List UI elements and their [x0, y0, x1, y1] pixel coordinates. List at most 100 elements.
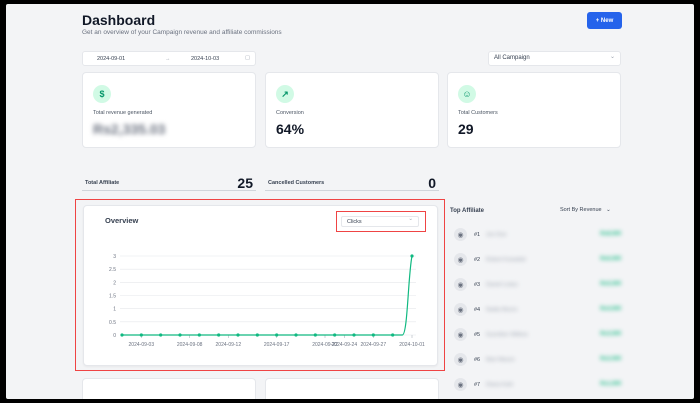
data-point [197, 333, 201, 337]
x-tick-label: 2024-09-27 [361, 342, 387, 348]
affiliate-row[interactable]: ◉ #4 Nadia Munro Rs4,000 [451, 301, 621, 319]
data-point [371, 333, 375, 337]
avatar-icon: ◉ [454, 278, 467, 291]
new-button[interactable]: + New [587, 12, 622, 29]
affiliate-amount: Rs8,000 [600, 231, 621, 237]
campaign-select[interactable]: All Campaign ⌄ [488, 51, 621, 66]
revenue-value: Rs2,335.03 [93, 121, 166, 137]
campaign-select-value: All Campaign [494, 55, 530, 61]
affiliate-name: Daniel Leduc [486, 282, 519, 288]
affiliate-rank: #2 [474, 257, 481, 263]
data-point [236, 333, 240, 337]
affiliate-amount: Rs5,000 [600, 281, 621, 287]
affiliate-row[interactable]: ◉ #6 Mari Mason Rs2,000 [451, 351, 621, 369]
affiliate-row[interactable]: ◉ #3 Daniel Leduc Rs5,000 [451, 276, 621, 294]
conversion-card: ↗ Conversion 64% [265, 72, 439, 148]
conversion-label: Conversion [276, 110, 304, 116]
cancelled-customers-stat: Cancelled Customers 0 [265, 175, 439, 191]
data-point [139, 333, 143, 337]
avatar-icon: ◉ [454, 303, 467, 316]
avatar-icon: ◉ [454, 328, 467, 341]
affiliate-name: Guenther Wilkins [486, 332, 528, 338]
trend-up-icon: ↗ [276, 85, 294, 103]
total-affiliate-label: Total Affiliate [85, 180, 120, 186]
chevron-down-icon: ⌄ [606, 207, 611, 213]
data-point [333, 333, 337, 337]
y-tick-label: 0.5 [109, 320, 116, 326]
y-tick-label: 1.5 [109, 294, 116, 300]
data-point [313, 333, 317, 337]
arrow-icon: → [165, 56, 171, 62]
data-point [352, 333, 356, 337]
revenue-card: $ Total revenue generated Rs2,335.03 [82, 72, 256, 148]
affiliate-amount: Rs2,000 [600, 356, 621, 362]
affiliate-rank: #3 [474, 282, 481, 288]
affiliate-name: Mari Mason [486, 357, 515, 363]
y-tick-label: 1 [113, 307, 116, 313]
overview-chart: 0 0.5 1 1.5 2 2.5 3 2024-09-03 2024-09-08 2024-09… [109, 254, 425, 348]
avatar-icon: ◉ [454, 253, 467, 266]
data-point [217, 333, 221, 337]
dollar-icon: $ [93, 85, 111, 103]
affiliate-amount: Rs3,000 [600, 331, 621, 337]
calendar-icon[interactable]: ▢ [245, 55, 250, 61]
bottom-card-left [82, 378, 256, 399]
affiliate-row[interactable]: ◉ #7 Diana Kahl Rs1,000 [451, 376, 621, 394]
total-affiliate-value: 25 [237, 175, 253, 191]
page-title: Dashboard [82, 12, 156, 28]
affiliate-rank: #4 [474, 307, 481, 313]
avatar-icon: ◉ [454, 353, 467, 366]
customers-card: ☺ Total Customers 29 [447, 72, 621, 148]
start-date[interactable]: 2024-09-01 [97, 56, 125, 62]
avatar-icon: ◉ [454, 378, 467, 391]
data-point [255, 333, 259, 337]
bottom-card-right [265, 378, 439, 399]
affiliate-rank: #7 [474, 382, 481, 388]
affiliate-name: Jon Doe [486, 232, 507, 238]
affiliate-row[interactable]: ◉ #2 Robert Kowalski Rs6,000 [451, 251, 621, 269]
avatar-icon: ◉ [454, 228, 467, 241]
end-date[interactable]: 2024-10-03 [191, 56, 219, 62]
affiliate-amount: Rs1,000 [600, 381, 621, 387]
sort-by-dropdown[interactable]: Sort By Revenue ⌄ [560, 207, 611, 213]
affiliate-name: Diana Kahl [486, 382, 513, 388]
affiliate-amount: Rs6,000 [600, 256, 621, 262]
y-tick-label: 2 [113, 280, 116, 286]
x-tick-label: 2024-09-12 [216, 342, 242, 348]
y-tick-label: 3 [113, 254, 116, 260]
total-affiliate-stat: Total Affiliate 25 [82, 175, 256, 191]
affiliate-name: Robert Kowalski [486, 257, 526, 263]
affiliate-amount: Rs4,000 [600, 306, 621, 312]
top-affiliate-title: Top Affiliate [450, 208, 484, 214]
customers-value: 29 [458, 121, 474, 137]
dashboard-page: Dashboard Get an overview of your Campai… [6, 4, 694, 399]
data-point [159, 333, 163, 337]
x-tick-label: 2024-09-24 [332, 342, 358, 348]
revenue-label: Total revenue generated [93, 110, 153, 116]
cancelled-customers-label: Cancelled Customers [268, 180, 325, 186]
page-subtitle: Get an overview of your Campaign revenue… [82, 29, 282, 36]
sort-by-label: Sort By Revenue [560, 207, 602, 213]
customers-label: Total Customers [458, 110, 498, 116]
affiliate-row[interactable]: ◉ #5 Guenther Wilkins Rs3,000 [451, 326, 621, 344]
x-tick-label: 2024-09-03 [129, 342, 155, 348]
affiliate-row[interactable]: ◉ #1 Jon Doe Rs8,000 [451, 226, 621, 244]
x-tick-label: 2024-09-17 [264, 342, 290, 348]
data-point [120, 333, 124, 337]
affiliate-rank: #5 [474, 332, 481, 338]
affiliate-rank: #6 [474, 357, 481, 363]
chevron-down-icon: ⌄ [609, 54, 615, 60]
x-tick-label: 2024-10-01 [399, 342, 425, 348]
y-tick-label: 2.5 [109, 267, 116, 273]
date-range-picker[interactable]: 2024-09-01 → 2024-10-03 ▢ [82, 51, 256, 66]
data-point [178, 333, 182, 337]
x-tick-label: 2024-09-08 [177, 342, 203, 348]
y-tick-label: 0 [113, 333, 116, 339]
data-point [275, 333, 279, 337]
cancelled-customers-value: 0 [428, 175, 436, 191]
customers-icon: ☺ [458, 85, 476, 103]
data-point [391, 333, 395, 337]
data-point [410, 254, 414, 258]
conversion-value: 64% [276, 121, 305, 137]
data-point [294, 333, 298, 337]
